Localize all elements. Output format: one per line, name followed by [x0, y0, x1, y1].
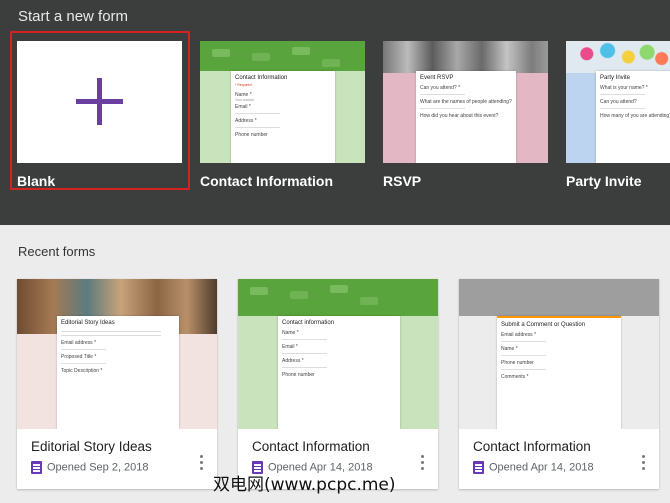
- form-thumbnail: Editorial Story Ideas Email address * Pr…: [17, 279, 217, 429]
- template-label-blank[interactable]: Blank: [17, 173, 55, 189]
- rsvp-header-image: [383, 41, 548, 73]
- form-thumbnail: Submit a Comment or Question Email addre…: [459, 279, 659, 429]
- template-contact-information[interactable]: Contact Information * Required Name * Yo…: [200, 41, 365, 163]
- template-label-contact[interactable]: Contact Information: [200, 173, 333, 189]
- template-blank[interactable]: [17, 41, 182, 163]
- template-party-invite[interactable]: Party Invite What is your name? * Can yo…: [566, 41, 670, 163]
- section-title-start: Start a new form: [18, 8, 129, 25]
- section-title-recent: Recent forms: [18, 244, 96, 259]
- recent-form-title: Contact Information: [252, 439, 370, 454]
- recent-form-card[interactable]: Submit a Comment or Question Email addre…: [459, 279, 659, 489]
- recent-form-title: Editorial Story Ideas: [31, 439, 152, 454]
- template-label-rsvp[interactable]: RSVP: [383, 173, 421, 189]
- more-vert-icon[interactable]: [421, 455, 425, 471]
- recent-form-meta: Opened Sep 2, 2018: [31, 461, 149, 474]
- recent-form-card[interactable]: Contact information Name * Email * Addre…: [238, 279, 438, 489]
- template-label-party[interactable]: Party Invite: [566, 173, 641, 189]
- watermark-text: 双电网(www.pcpc.me): [213, 475, 396, 495]
- template-form-preview: Contact Information * Required Name * Yo…: [231, 71, 335, 163]
- party-header-image: [566, 41, 670, 73]
- recent-form-card[interactable]: Editorial Story Ideas Email address * Pr…: [17, 279, 217, 489]
- more-vert-icon[interactable]: [642, 455, 646, 471]
- template-form-preview: Event RSVP Can you attend? * What are th…: [416, 71, 516, 163]
- recent-form-meta: Opened Apr 14, 2018: [473, 461, 594, 474]
- form-thumbnail: Contact information Name * Email * Addre…: [238, 279, 438, 429]
- google-forms-icon: [31, 461, 42, 474]
- template-form-preview: Party Invite What is your name? * Can yo…: [596, 71, 670, 163]
- template-rsvp[interactable]: Event RSVP Can you attend? * What are th…: [383, 41, 548, 163]
- more-vert-icon[interactable]: [200, 455, 204, 471]
- template-gallery: Start a new form Blank Contact Informati…: [0, 0, 670, 225]
- recent-form-title: Contact Information: [473, 439, 591, 454]
- google-forms-icon: [473, 461, 484, 474]
